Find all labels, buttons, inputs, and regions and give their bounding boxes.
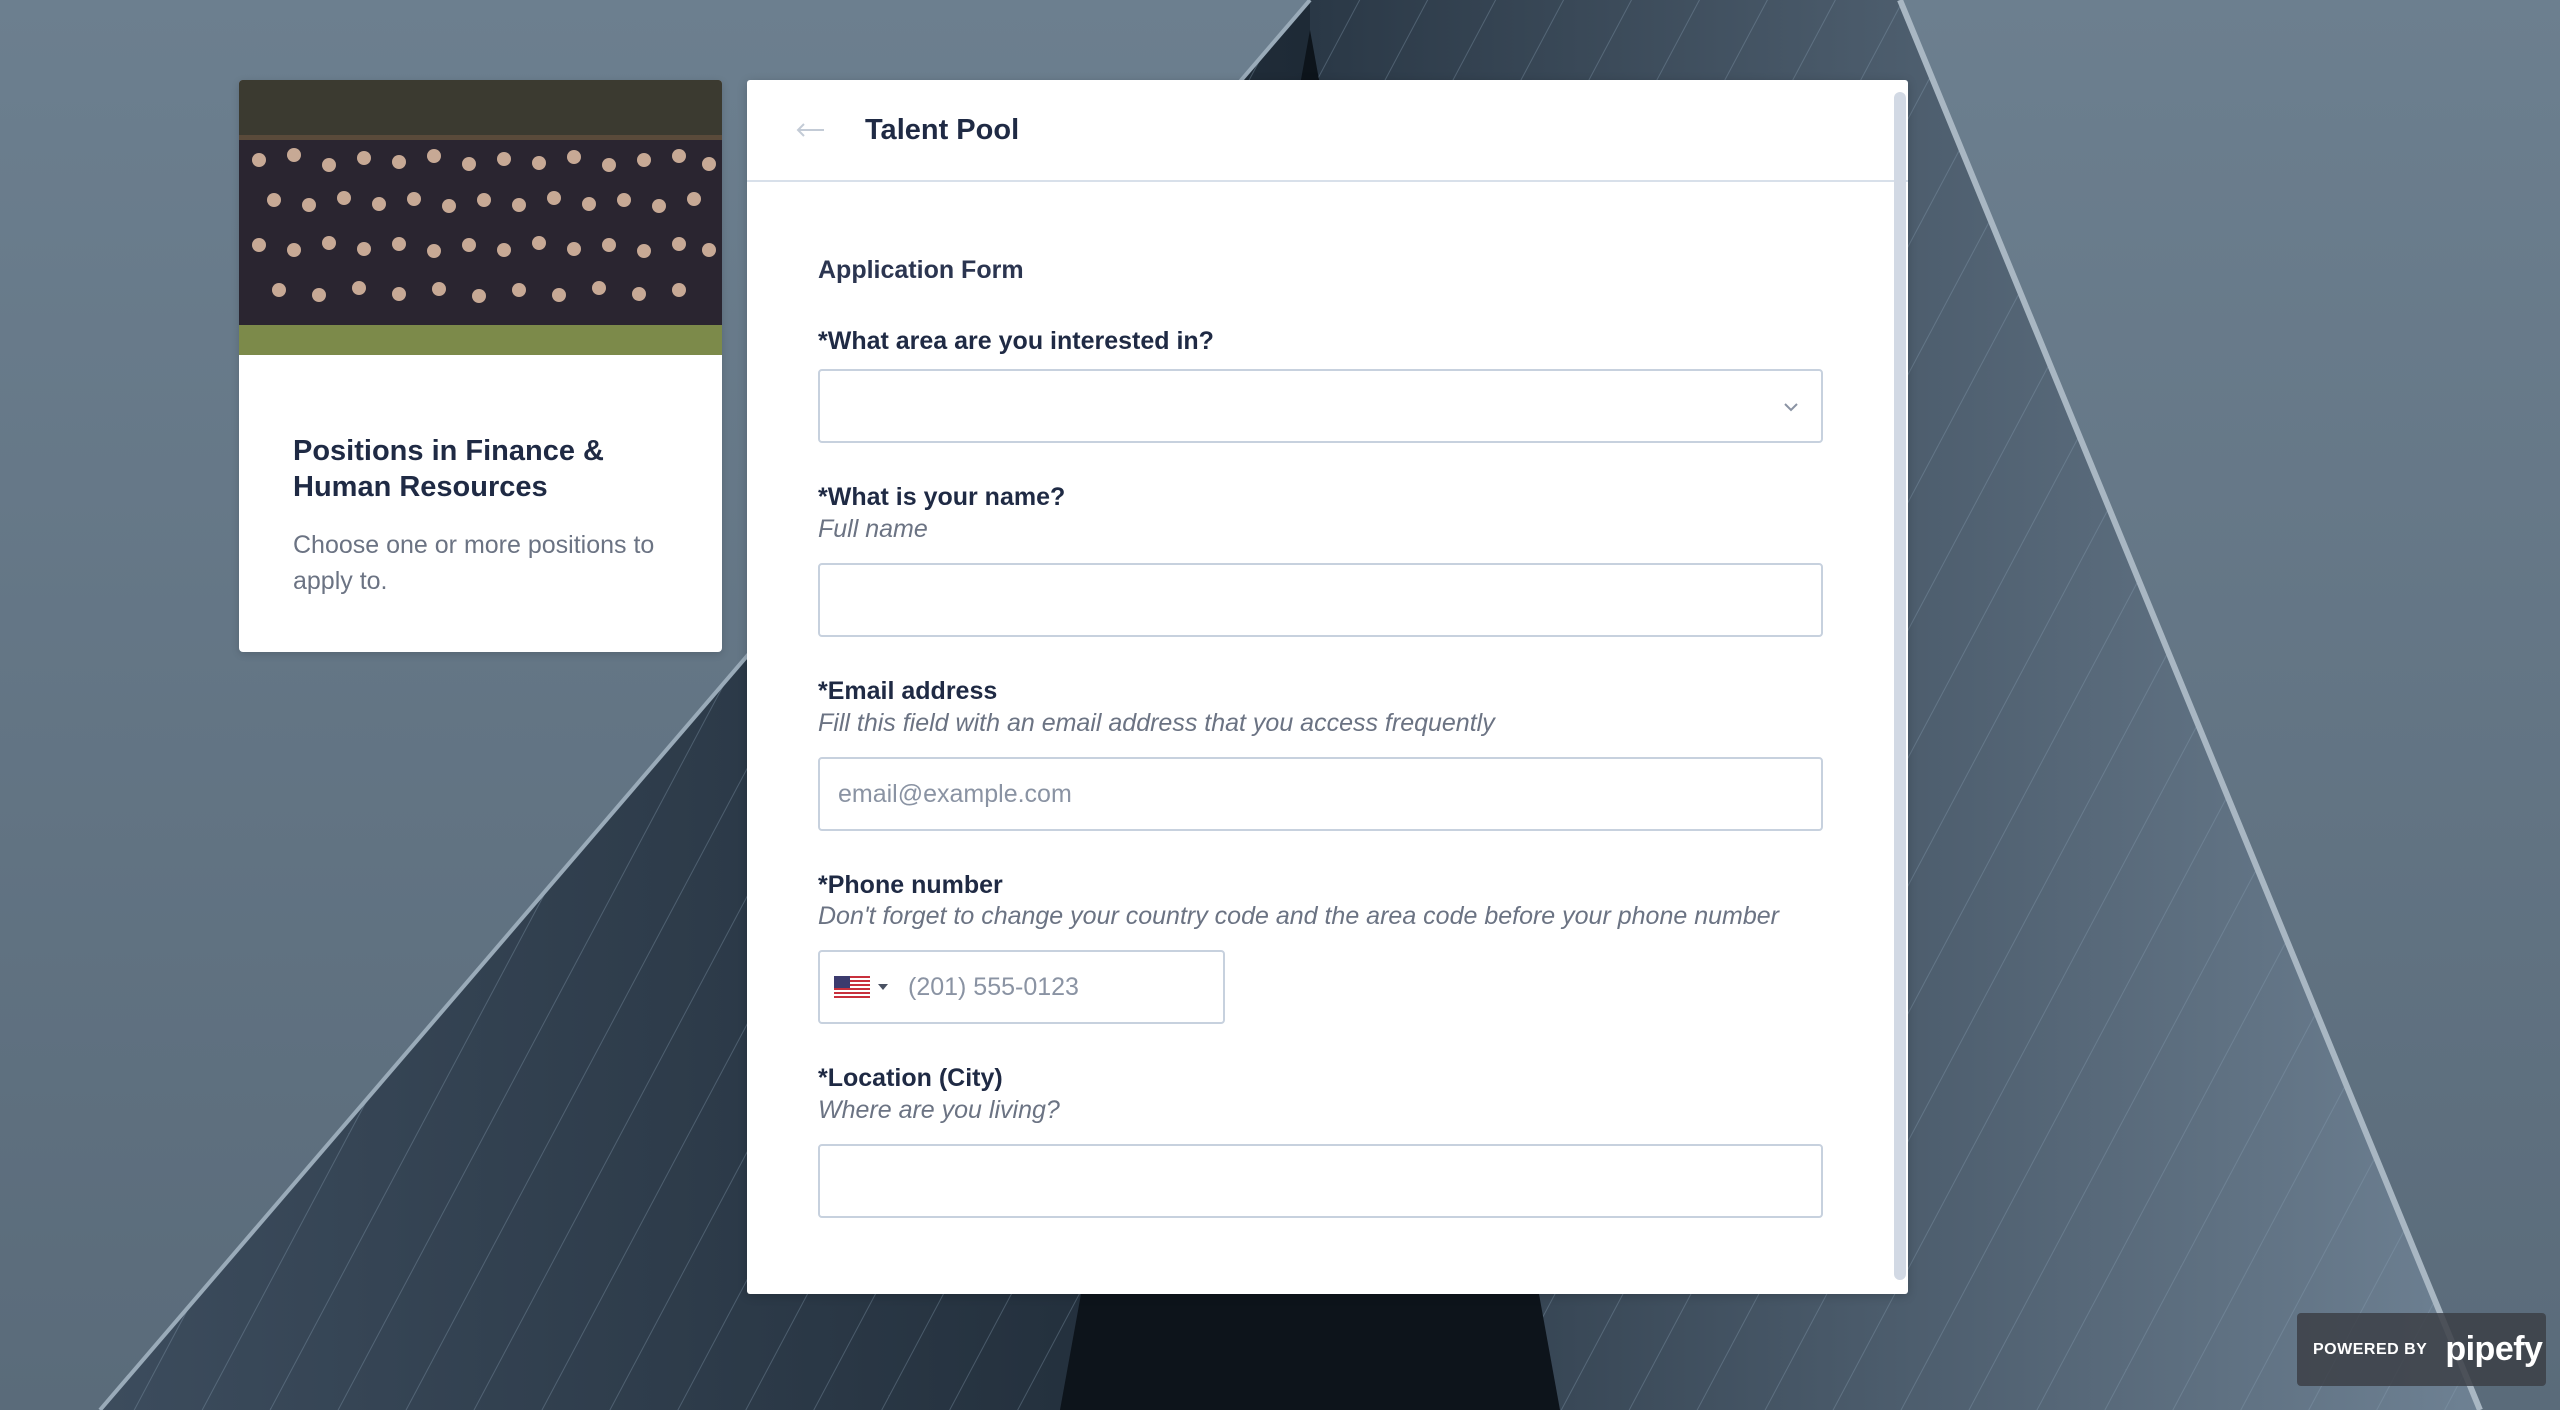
phone-field-wrapper (818, 950, 1230, 1024)
location-question: *Location (City) Where are you living? (818, 1062, 1824, 1218)
name-field-wrapper (818, 563, 1823, 637)
form-heading: Application Form (818, 256, 1024, 284)
name-question: *What is your name? Full name (818, 481, 1824, 637)
scrollbar[interactable] (1894, 92, 1906, 1280)
country-code-select[interactable] (820, 976, 888, 998)
phone-label: *Phone number (818, 871, 1003, 899)
panel-header: Talent Pool (747, 80, 1908, 182)
position-title: Positions in Finance & Human Resources (293, 435, 604, 503)
powered-by-label: POWERED BY (2313, 1340, 2428, 1358)
phone-input[interactable] (888, 952, 1230, 1022)
area-select[interactable] (818, 369, 1823, 443)
us-flag-icon (834, 976, 870, 998)
pipefy-logo: pipefy (2445, 1330, 2543, 1368)
caret-down-icon (878, 984, 888, 990)
location-help: Where are you living? (818, 1096, 1060, 1124)
powered-by-badge[interactable]: POWERED BY pipefy (2297, 1313, 2546, 1386)
email-input[interactable] (820, 759, 1821, 829)
application-form: Application Form *What area are you inte… (747, 256, 1908, 1218)
phone-question: *Phone number Don't forget to change you… (818, 869, 1824, 1024)
area-question: *What area are you interested in? (818, 325, 1824, 443)
location-input[interactable] (820, 1146, 1821, 1216)
phone-help: Don't forget to change your country code… (818, 902, 1779, 930)
email-field-wrapper (818, 757, 1823, 831)
arrow-left-icon (796, 123, 824, 137)
email-label: *Email address (818, 677, 998, 705)
name-label: *What is your name? (818, 483, 1066, 511)
location-field-wrapper (818, 1144, 1823, 1218)
position-description: Choose one or more positions to apply to… (293, 531, 655, 595)
back-button[interactable] (787, 106, 835, 154)
area-label: *What area are you interested in? (818, 327, 1214, 355)
form-panel: Talent Pool Application Form *What area … (747, 80, 1908, 1294)
position-info-card: Positions in Finance & Human Resources C… (239, 80, 722, 652)
location-label: *Location (City) (818, 1064, 1003, 1092)
page-title: Talent Pool (865, 113, 1020, 146)
team-photo (239, 80, 722, 355)
email-help: Fill this field with an email address th… (818, 709, 1495, 737)
name-help: Full name (818, 515, 928, 543)
chevron-down-icon (1784, 403, 1798, 412)
name-input[interactable] (820, 565, 1821, 635)
email-question: *Email address Fill this field with an e… (818, 675, 1824, 831)
